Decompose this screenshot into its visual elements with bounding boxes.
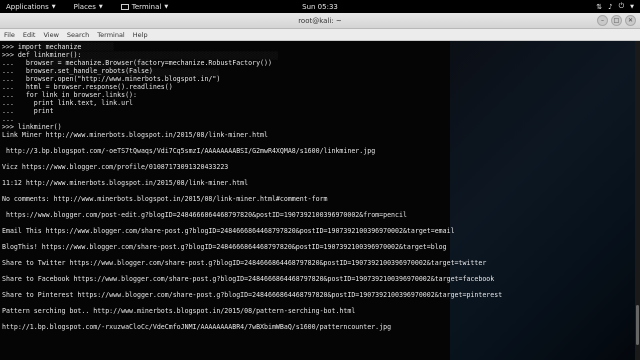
places-menu[interactable]: Places ▼ [74,3,103,11]
terminal-line: Link Miner http://www.minerbots.blogspot… [2,131,268,139]
power-icon: ⏻ [618,2,625,10]
applications-menu[interactable]: Applications ▼ [6,3,56,11]
gnome-top-bar: Applications ▼ Places ▼ Terminal ▼ Sun 0… [0,0,640,13]
terminal-line: >>> def linkminer(): [2,51,82,59]
menu-view[interactable]: View [43,31,58,39]
close-button[interactable]: ✕ [625,15,636,26]
terminal-line: http://3.bp.blogspot.com/-oeTS7tQwaqs/Vd… [2,147,376,155]
applications-label: Applications [6,2,49,11]
terminal-line: ... browser = mechanize.Browser(factory=… [2,59,272,67]
volume-icon: ♪ [608,2,613,11]
terminal-area[interactable]: ▒▒▒▒▒▒▒▒▒▒▒▒▒▒▒▒▒▒▒▒ ▒▒▒▒▒▒▒▒▒▒▒▒▒▒▒▒▒▒▒… [0,41,640,360]
terminal-line: ... [2,115,14,123]
active-app-menu[interactable]: Terminal ▼ [120,2,169,11]
chevron-down-icon: ▼ [51,3,56,10]
window-title-bar[interactable]: root@kali: ~ – □ ✕ [0,13,640,29]
terminal-line: Share to Pinterest https://www.blogger.c… [2,291,503,299]
system-tray[interactable]: ⇅ ♪ ⏻ ▼ [596,0,634,13]
terminal-icon [120,3,129,10]
menu-file[interactable]: File [4,31,15,39]
terminal-line: Pattern serching bot.. http://www.minerb… [2,307,356,315]
terminal-line: >>> import mechanize [2,43,82,51]
terminal-line: https://www.blogger.com/post-edit.g?blog… [2,211,407,219]
terminal-line: Email This https://www.blogger.com/share… [2,227,455,235]
chevron-down-icon: ▼ [630,3,634,10]
terminal-line: ... browser.set_handle_robots(False) [2,67,153,75]
terminal-line: ... print [2,107,54,115]
terminal-line: ... html = browser.response().readlines(… [2,83,173,91]
terminal-line: Share to Twitter https://www.blogger.com… [2,259,487,267]
terminal-line: 11:12 http://www.minerbots.blogspot.in/2… [2,179,249,187]
terminal-scrollbar[interactable] [635,41,640,360]
active-app-label: Terminal [131,2,162,11]
menu-terminal[interactable]: Terminal [97,31,124,39]
chevron-down-icon: ▼ [164,3,169,10]
terminal-line: ... browser.open("http://www.minerbots.b… [2,75,221,83]
terminal-line: No comments: http://www.minerbots.blogsp… [2,195,328,203]
menu-edit[interactable]: Edit [23,31,36,39]
terminal-output: >>> import mechanize >>> def linkminer()… [2,43,632,347]
minimize-button[interactable]: – [597,15,608,26]
terminal-line: ... print link.text, link.url [2,99,134,107]
scrollbar-thumb[interactable] [636,305,639,345]
network-icon: ⇅ [596,2,603,11]
terminal-line: Vicz https://www.blogger.com/profile/010… [2,163,229,171]
terminal-line: BlogThis! https://www.blogger.com/share-… [2,243,447,251]
terminal-line: ... for link in browser.links(): [2,91,137,99]
terminal-line: >>> linkminer() [2,123,62,131]
window-title: root@kali: ~ [298,16,342,25]
terminal-line: Share to Facebook https://www.blogger.co… [2,275,495,283]
places-label: Places [73,2,96,11]
menu-bar: File Edit View Search Terminal Help [0,29,640,41]
chevron-down-icon: ▼ [98,3,103,10]
menu-search[interactable]: Search [67,31,89,39]
maximize-button[interactable]: □ [611,15,622,26]
terminal-line: http://1.bp.blogspot.com/-rxuzwaCloCc/Vd… [2,323,392,331]
menu-help[interactable]: Help [133,31,148,39]
